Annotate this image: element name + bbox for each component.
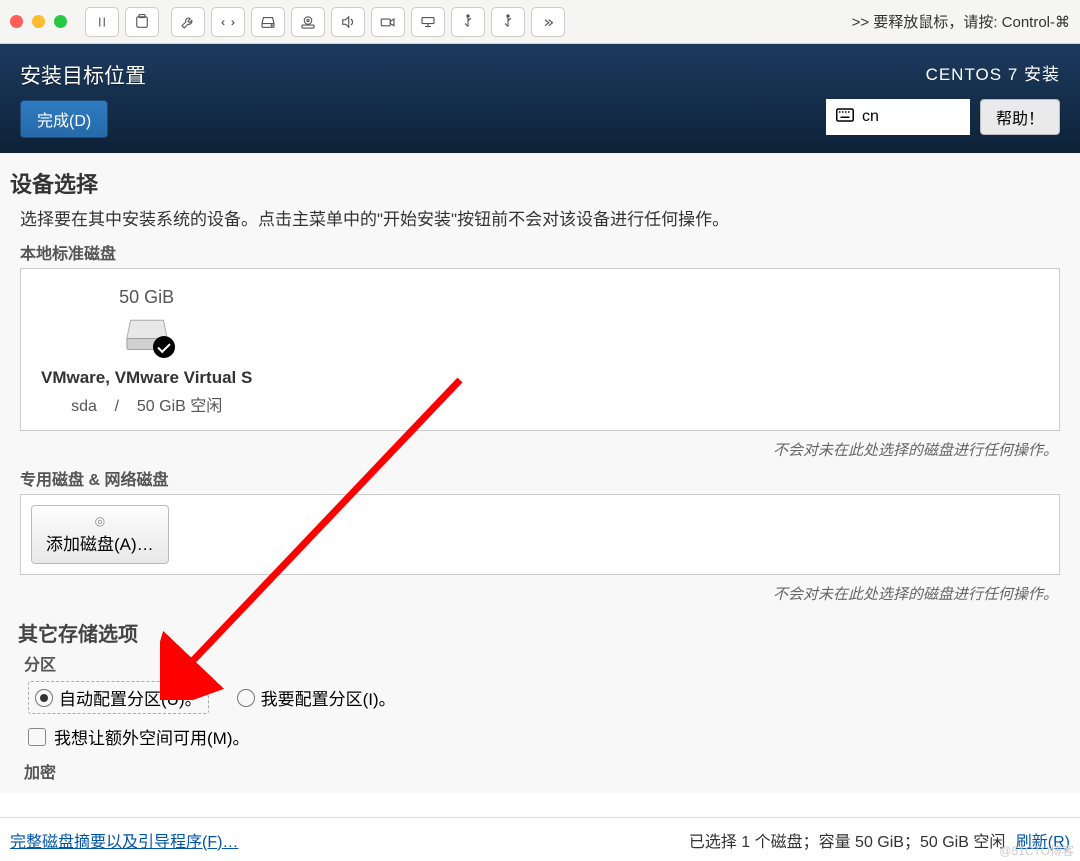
camera-icon[interactable] [371,7,405,37]
radio-icon [35,689,53,707]
sound-icon[interactable] [331,7,365,37]
network-icon[interactable] [411,7,445,37]
release-cursor-hint: >> 要释放鼠标，请按: Control-⌘ [852,11,1070,32]
done-button[interactable]: 完成(D) [20,100,108,138]
usb-icon[interactable] [451,7,485,37]
partition-label: 分区 [24,651,1070,675]
special-disks-label: 专用磁盘 & 网络磁盘 [20,466,1070,490]
main-content: 设备选择 选择要在其中安装系统的设备。点击主菜单中的"开始安装"按钮前不会对该设… [0,153,1080,793]
device-selection-heading: 设备选择 [10,167,1070,199]
bottom-bar: 完整磁盘摘要以及引导程序(F)… 已选择 1 个磁盘；容量 50 GiB；50 … [0,817,1080,861]
selected-check-icon [153,336,175,358]
resize-icon[interactable] [211,7,245,37]
close-window-icon[interactable] [10,15,23,28]
checkbox-icon [28,728,46,746]
hdd-icon[interactable] [251,7,285,37]
wrench-icon[interactable] [171,7,205,37]
usb2-icon[interactable] [491,7,525,37]
disk-plus-icon: ◎ [95,514,105,528]
maximize-window-icon[interactable] [54,15,67,28]
encrypt-label: 加密 [24,759,1070,783]
radio-manual-partition[interactable]: 我要配置分区(I)。 [237,685,396,710]
installer-header: 安装目标位置 完成(D) CENTOS 7 安装 cn 帮助！ [0,44,1080,153]
hdd-icon [125,316,169,352]
device-selection-description: 选择要在其中安装系统的设备。点击主菜单中的"开始安装"按钮前不会对该设备进行任何… [10,205,1070,230]
page-title: 安装目标位置 [20,60,146,90]
help-button[interactable]: 帮助！ [980,99,1060,135]
kb-layout-value: cn [862,108,879,126]
disk-summary-link[interactable]: 完整磁盘摘要以及引导程序(F)… [10,828,238,852]
keyboard-layout-selector[interactable]: cn [826,99,970,135]
special-disks-panel: ◎ 添加磁盘(A)… [20,494,1060,575]
disk-note: 不会对未在此处选择的磁盘进行任何操作。 [10,439,1058,460]
radio-icon [237,689,255,707]
vm-host-toolbar: >> 要释放鼠标，请按: Control-⌘ [0,0,1080,44]
add-disk-label: 添加磁盘(A)… [46,530,154,555]
disk-note-2: 不会对未在此处选择的磁盘进行任何操作。 [10,583,1058,604]
disk-info: sda / 50 GiB 空闲 [41,392,252,416]
disk-name: VMware, VMware Virtual S [41,368,252,388]
radio-auto-partition[interactable]: 自动配置分区(U)。 [28,681,209,714]
minimize-window-icon[interactable] [32,15,45,28]
snapshot-button[interactable] [125,7,159,37]
checkbox-extra-space[interactable]: 我想让额外空间可用(M)。 [28,724,1070,749]
local-disks-panel: 50 GiB VMware, VMware Virtual S sda / 50… [20,268,1060,431]
installer-subtitle: CENTOS 7 安装 [826,60,1060,85]
local-disks-label: 本地标准磁盘 [20,240,1070,264]
keyboard-icon [836,108,854,127]
more-icon[interactable] [531,7,565,37]
watermark: @51CTO博客 [999,842,1074,859]
disk-size: 50 GiB [41,287,252,308]
disk-item-sda[interactable]: 50 GiB VMware, VMware Virtual S sda / 50… [41,287,252,416]
add-disk-button[interactable]: ◎ 添加磁盘(A)… [31,505,169,564]
cd-icon[interactable] [291,7,325,37]
pause-button[interactable] [85,7,119,37]
storage-options-heading: 其它存储选项 [18,618,1070,647]
window-controls [10,15,67,28]
